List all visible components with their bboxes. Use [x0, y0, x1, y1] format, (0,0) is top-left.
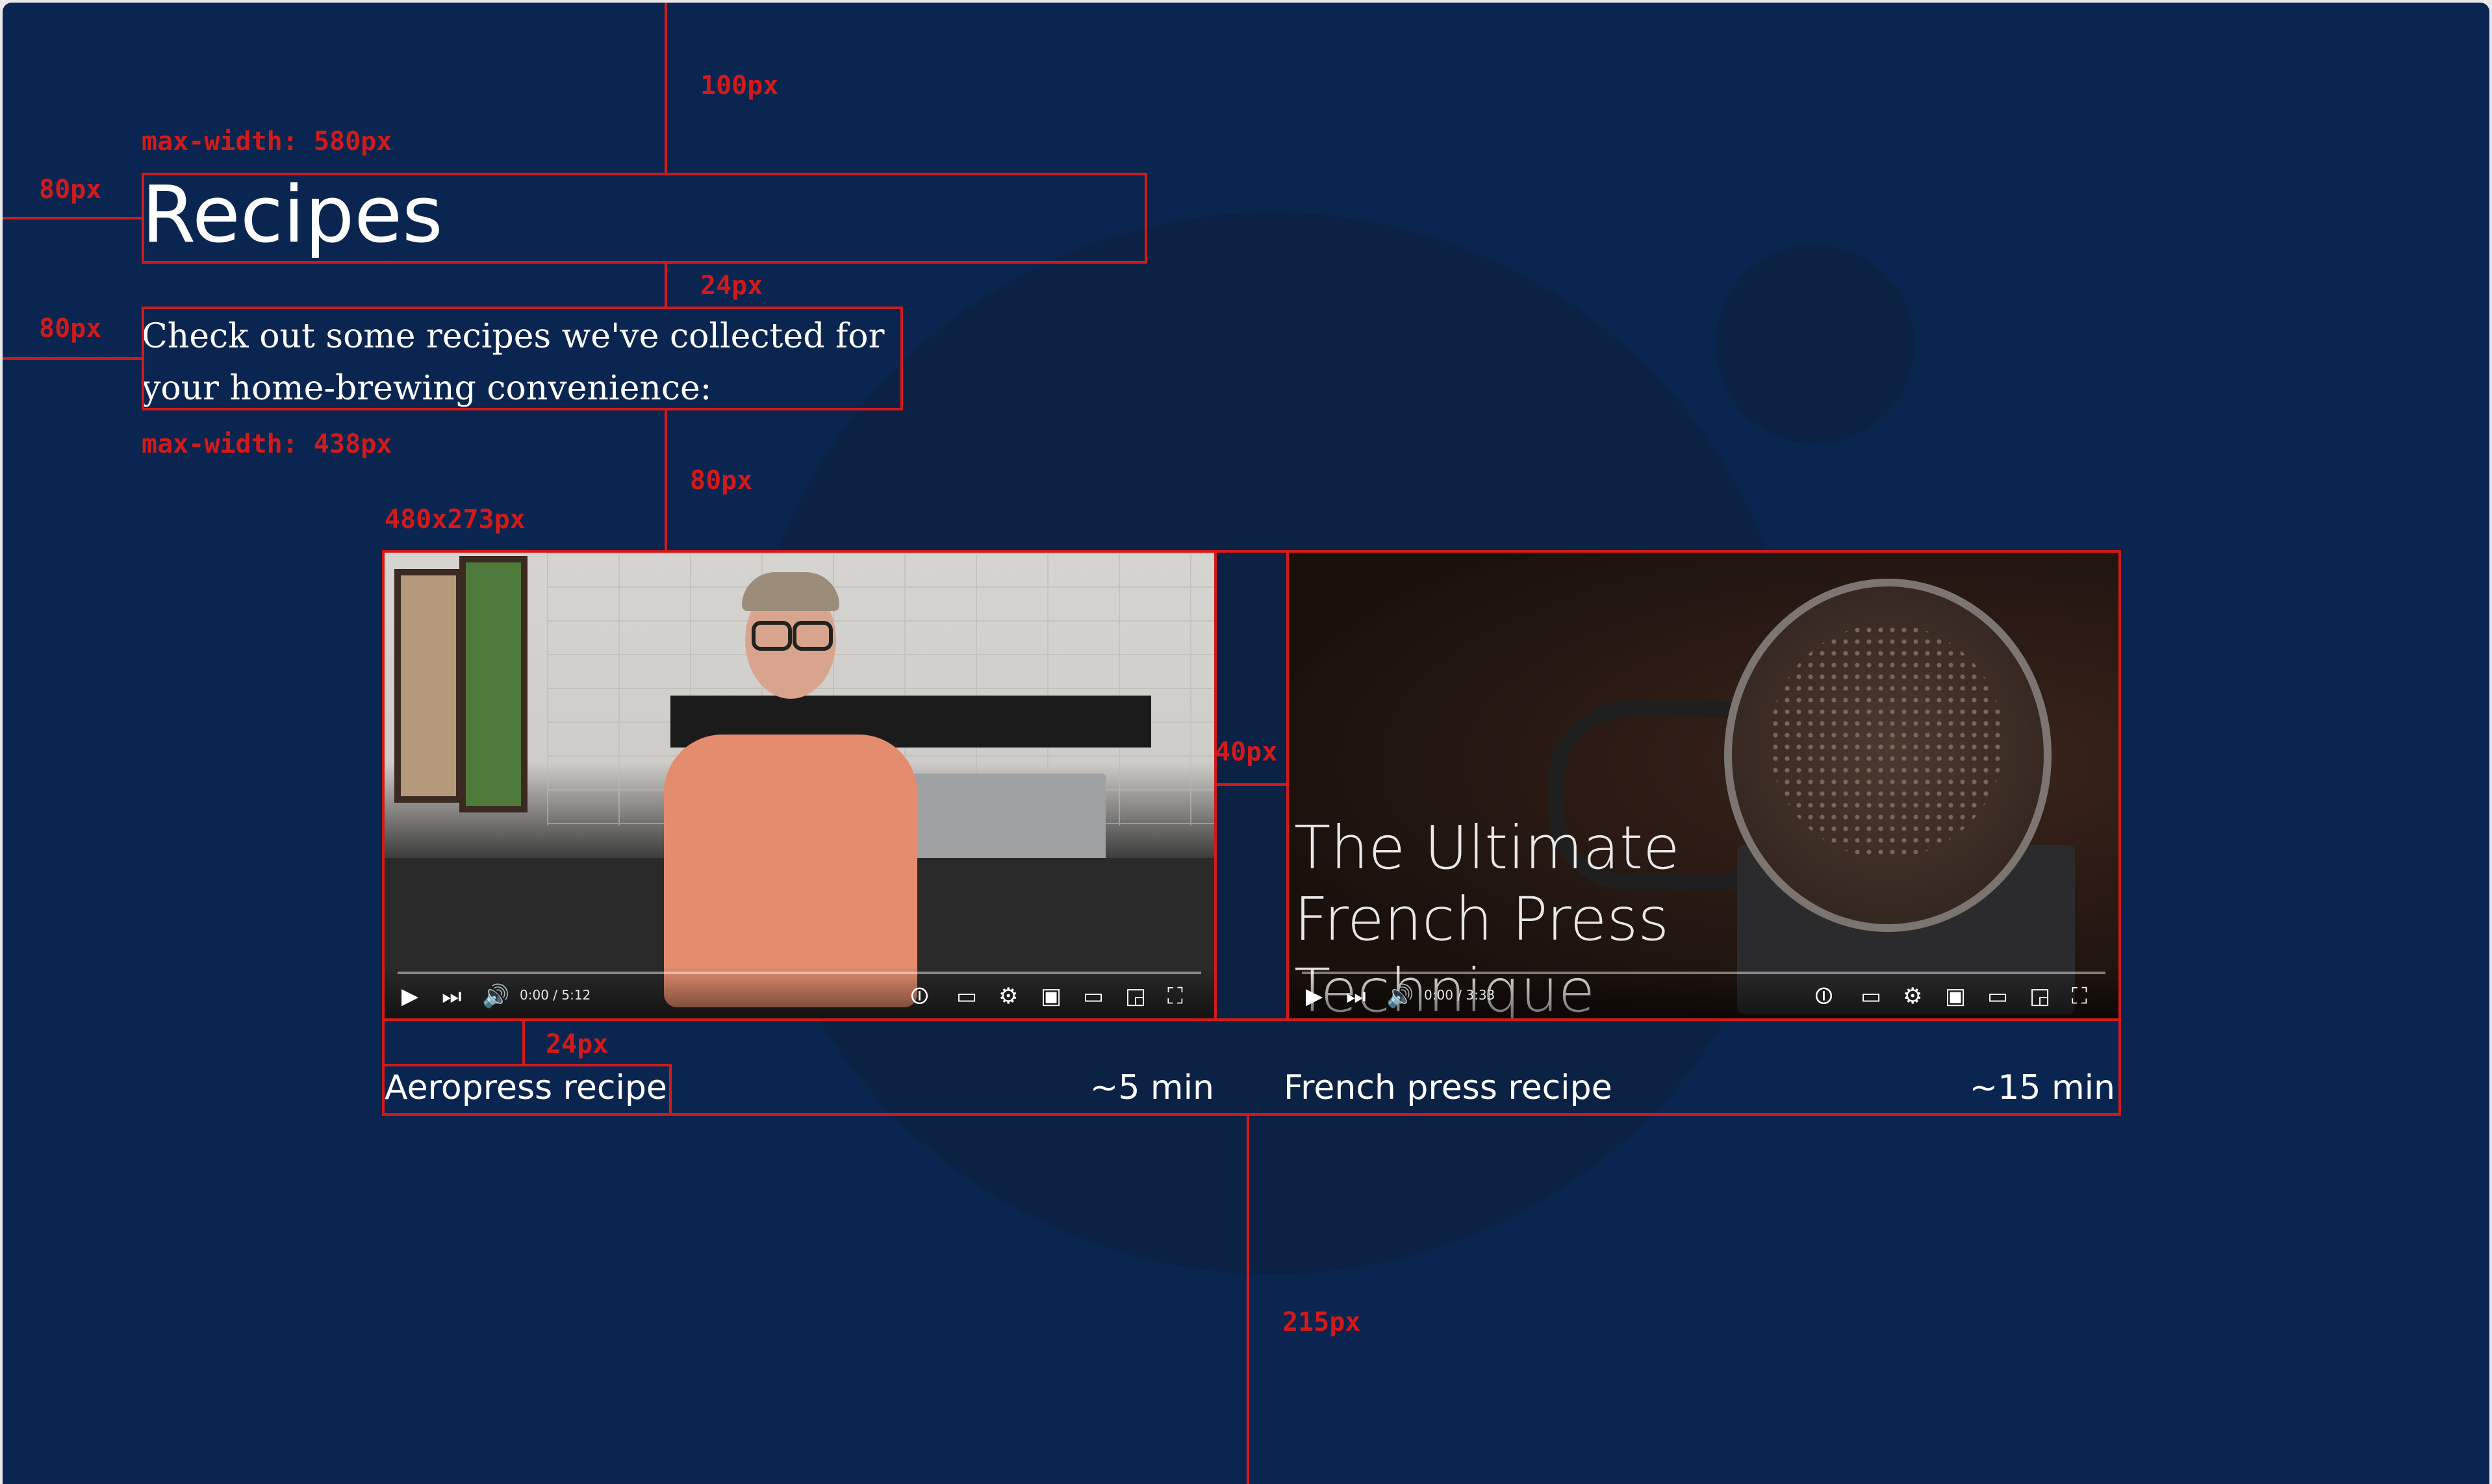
- guide-line-desc-gap: [665, 410, 667, 553]
- guide-box-video-1: [382, 550, 1217, 1021]
- guide-box-description: [142, 307, 903, 410]
- guide-line-title-gap: [665, 264, 667, 307]
- annotation-video-size: 480x273px: [385, 505, 526, 534]
- background-circle-small: [1716, 245, 1914, 444]
- annotation-desc-max-width: max-width: 438px: [142, 429, 392, 459]
- guide-box-video-2: [1286, 550, 2121, 1021]
- annotation-top-spacing: 100px: [700, 71, 779, 101]
- guide-line-desc-margin: [3, 357, 142, 360]
- annotation-bottom-spacing: 215px: [1282, 1307, 1361, 1337]
- annotation-video-gap: 40px: [1215, 737, 1278, 767]
- annotation-desc-gap: 80px: [690, 466, 753, 496]
- guide-line-video-gap-top: [1214, 550, 1289, 553]
- annotation-title-gap: 24px: [700, 271, 763, 301]
- annotation-desc-margin: 80px: [39, 314, 102, 344]
- guide-line-top: [665, 3, 667, 173]
- guide-line-title-margin: [3, 217, 142, 220]
- guide-box-title: [142, 173, 1147, 264]
- annotation-title-max-width: max-width: 580px: [142, 127, 392, 157]
- guide-line-bottom: [1247, 1116, 1249, 1484]
- page-canvas: Recipes Check out some recipes we've col…: [3, 3, 2489, 1484]
- guide-line-video-gap-edge: [1286, 550, 1289, 1021]
- guide-box-caption-1: [382, 1064, 672, 1116]
- annotation-caption-gap: 24px: [546, 1029, 609, 1059]
- annotation-title-margin: 80px: [39, 175, 102, 205]
- guide-line-video-gap: [1214, 783, 1289, 786]
